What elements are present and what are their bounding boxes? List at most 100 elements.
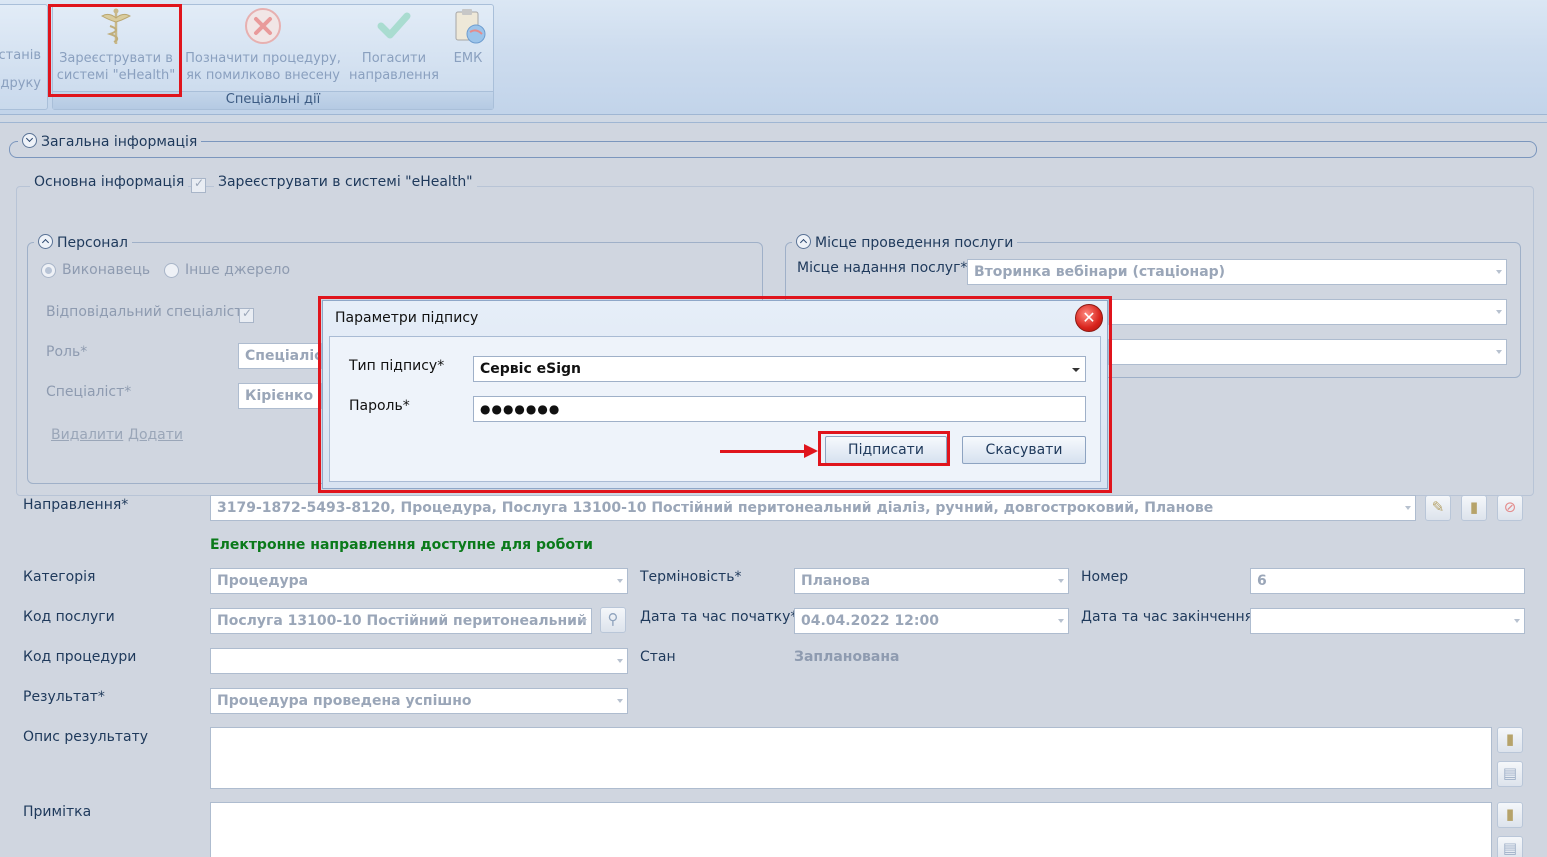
general-info-title: Загальна інформація [41, 134, 198, 150]
location-field-3[interactable] [1108, 339, 1507, 365]
book-icon[interactable]: ▮ [1497, 727, 1523, 753]
cancel-button[interactable]: Скасувати [962, 436, 1086, 464]
collapse-chevron-icon[interactable] [22, 133, 37, 148]
chevron-down-icon [581, 619, 587, 623]
procedure-code-label: Код процедури [23, 649, 137, 665]
delete-link[interactable]: Видалити [51, 427, 123, 443]
role-field[interactable]: Спеціаліст [238, 343, 322, 369]
emk-label: ЕМК [453, 51, 483, 66]
edit-referral-icon[interactable]: ✎ [1425, 495, 1451, 521]
chevron-down-icon [617, 579, 623, 583]
service-place-label: Місце надання послуг* [797, 260, 968, 276]
chevron-down-icon [1514, 619, 1520, 623]
end-datetime-field[interactable] [1250, 608, 1525, 634]
service-place-value: Вторинка вебінари (стаціонар) [974, 264, 1226, 280]
emk-button[interactable]: ЕМК [445, 4, 491, 67]
basic-info-label: Основна інформація [34, 174, 185, 190]
service-code-value: Послуга 13100-10 Постійний перитонеальни… [217, 613, 592, 629]
pointer-arrow-icon [804, 444, 818, 458]
result-label: Результат* [23, 689, 105, 705]
mark-erroneous-button[interactable]: Позначити процедуру, як помилково внесен… [182, 4, 344, 84]
ribbon-group-print: станів друку [0, 4, 48, 110]
chevron-down-icon [1496, 310, 1502, 314]
book-icon[interactable]: ▮ [1461, 495, 1487, 521]
chevron-down-icon [1496, 270, 1502, 274]
responsible-specialist-checkbox[interactable] [239, 306, 254, 323]
result-value: Процедура проведена успішно [217, 693, 472, 709]
personnel-legend[interactable]: Персонал [34, 234, 132, 251]
mark-erroneous-line2: як помилково внесену [186, 68, 340, 83]
search-icon[interactable]: ⚲ [600, 607, 626, 633]
cancel-x-icon [243, 6, 283, 46]
category-field[interactable]: Процедура [210, 568, 628, 594]
ribbon-toolbar: станів друку Спеціальні дії Зареєструват… [0, 0, 1547, 115]
attach-document-icon[interactable]: ▤ [1497, 836, 1523, 857]
chevron-down-icon [1058, 579, 1064, 583]
role-label: Роль* [46, 344, 88, 360]
radio-other-source-label: Інше джерело [185, 262, 291, 278]
attach-document-icon[interactable]: ▤ [1497, 761, 1523, 787]
result-field[interactable]: Процедура проведена успішно [210, 688, 628, 714]
urgency-label: Терміновість* [640, 569, 742, 585]
repay-referral-line1: Погасити [361, 51, 427, 66]
block-icon[interactable]: ⊘ [1497, 495, 1523, 521]
chevron-down-icon [1496, 350, 1502, 354]
service-place-field[interactable]: Вторинка вебінари (стаціонар) [967, 259, 1507, 285]
number-field[interactable]: 6 [1250, 568, 1525, 594]
specialist-label: Спеціаліст* [46, 384, 132, 400]
referral-value: 3179-1872-5493-8120, Процедура, Послуга … [217, 500, 1214, 516]
service-code-field[interactable]: Послуга 13100-10 Постійний перитонеальни… [210, 608, 592, 634]
personnel-collapse-icon[interactable] [38, 234, 53, 249]
register-ehealth-checkbox[interactable] [191, 176, 206, 193]
general-info-header[interactable] [9, 141, 1537, 158]
general-info-title-wrap[interactable]: Загальна інформація [18, 133, 202, 150]
chevron-down-icon [1072, 368, 1080, 372]
radio-executor-label: Виконавець [62, 262, 151, 278]
note-textarea[interactable] [210, 802, 1492, 857]
location-field-2[interactable] [1108, 299, 1507, 325]
book-icon[interactable]: ▮ [1497, 802, 1523, 828]
location-legend[interactable]: Місце проведення послуги [792, 234, 1018, 251]
end-datetime-label: Дата та час закінчення [1081, 609, 1254, 625]
personnel-title: Персонал [57, 235, 128, 251]
chevron-down-icon [1058, 619, 1064, 623]
urgency-field[interactable]: Планова [794, 568, 1069, 594]
sign-type-label: Тип підпису* [349, 358, 445, 374]
start-datetime-label: Дата та час початку* [640, 609, 798, 625]
chevron-down-icon [617, 659, 623, 663]
category-value: Процедура [217, 573, 309, 589]
basic-info-legend: Основна інформація [30, 174, 189, 190]
responsible-specialist-label: Відповідальний спеціаліст [46, 304, 243, 320]
chevron-down-icon [617, 699, 623, 703]
referral-field[interactable]: 3179-1872-5493-8120, Процедура, Послуга … [210, 495, 1416, 521]
radio-other-source[interactable] [164, 263, 179, 278]
repay-referral-line2: направлення [349, 68, 439, 83]
radio-executor[interactable] [41, 263, 56, 278]
repay-referral-button[interactable]: Погасити направлення [348, 4, 440, 84]
chevron-down-icon [1405, 506, 1411, 510]
mark-erroneous-line1: Позначити процедуру, [185, 51, 341, 66]
procedure-code-field[interactable] [210, 648, 628, 674]
location-collapse-icon[interactable] [796, 234, 811, 249]
referral-label: Направлення* [23, 497, 129, 513]
start-datetime-field[interactable]: 04.04.2022 12:00 [794, 608, 1069, 634]
register-ehealth-checkbox-label-wrap: Зареєструвати в системі "eHealth" [214, 174, 477, 190]
result-description-textarea[interactable] [210, 727, 1492, 789]
close-icon[interactable]: ✕ [1075, 304, 1103, 332]
clipboard-globe-icon [448, 6, 488, 46]
service-code-label: Код послуги [23, 609, 115, 625]
referral-status-text: Електронне направлення доступне для робо… [210, 537, 593, 553]
specialist-field[interactable]: Кірієнко А [238, 383, 322, 409]
password-label: Пароль* [349, 398, 410, 414]
ribbon-partial-line2: друку [0, 76, 41, 91]
location-title: Місце проведення послуги [815, 235, 1014, 251]
start-datetime-value: 04.04.2022 12:00 [801, 613, 940, 629]
state-label: Стан [640, 649, 676, 665]
dialog-body: Тип підпису* Сервіс eSign Пароль* ●●●●●●… [329, 336, 1101, 482]
password-input[interactable]: ●●●●●●● [473, 396, 1086, 422]
add-link[interactable]: Додати [128, 427, 183, 443]
number-label: Номер [1081, 569, 1129, 585]
category-label: Категорія [23, 569, 96, 585]
result-description-label: Опис результату [23, 729, 149, 745]
sign-type-select[interactable]: Сервіс eSign [473, 356, 1086, 382]
